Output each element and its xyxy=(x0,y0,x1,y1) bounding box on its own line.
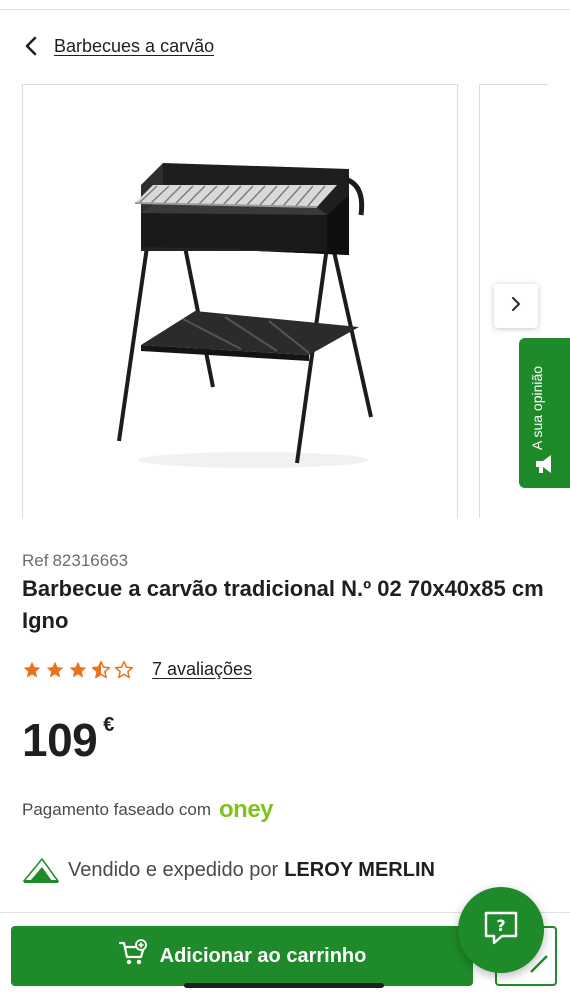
price: 109 € xyxy=(22,712,114,768)
star-icon xyxy=(69,661,87,677)
ref-number: 82316663 xyxy=(52,551,129,570)
cart-plus-icon xyxy=(118,939,148,973)
rating-row: 7 avaliações xyxy=(22,659,252,680)
leroy-merlin-logo xyxy=(22,855,60,885)
gallery-slide-main[interactable] xyxy=(22,84,458,518)
installments-label: Pagamento faseado com xyxy=(22,800,212,819)
chevron-left-icon[interactable] xyxy=(22,32,40,60)
star-half-icon xyxy=(91,660,111,678)
feedback-tab[interactable]: A sua opinião xyxy=(519,338,570,488)
back-link[interactable]: Barbecues a carvão xyxy=(54,36,214,57)
product-ref: Ref 82316663 xyxy=(22,551,128,571)
add-to-cart-label: Adicionar ao carrinho xyxy=(159,944,367,967)
svg-text:?: ? xyxy=(496,916,505,935)
price-integer: 109 xyxy=(22,714,98,766)
star-icon xyxy=(23,661,41,677)
home-indicator xyxy=(184,983,384,988)
star-empty-icon xyxy=(114,660,134,678)
seller-row: Vendido e expedido por LEROY MERLIN xyxy=(22,855,435,885)
product-gallery[interactable] xyxy=(22,84,548,518)
star-icon xyxy=(46,661,64,677)
ref-label: Ref xyxy=(22,551,49,570)
installments-row[interactable]: Pagamento faseado com oney xyxy=(22,796,274,824)
seller-name: LEROY MERLIN xyxy=(284,858,435,881)
seller-prefix: Vendido e expedido por xyxy=(68,858,279,881)
gallery-next-button[interactable] xyxy=(494,284,538,328)
help-chat-button[interactable]: ? xyxy=(458,887,544,973)
add-to-cart-button[interactable]: Adicionar ao carrinho xyxy=(11,926,473,986)
top-divider xyxy=(0,9,570,10)
feedback-label: A sua opinião xyxy=(529,365,545,450)
breadcrumb[interactable]: Barbecues a carvão xyxy=(22,32,214,60)
megaphone-icon xyxy=(533,452,557,481)
chevron-right-icon xyxy=(510,296,522,317)
product-title: Barbecue a carvão tradicional N.º 02 70x… xyxy=(22,576,544,633)
price-currency: € xyxy=(103,714,115,736)
help-chat-icon: ? xyxy=(481,908,521,953)
oney-logo: oney xyxy=(219,796,274,823)
edit-icon xyxy=(497,955,555,988)
product-image xyxy=(117,163,373,468)
rating-stars xyxy=(22,660,134,680)
reviews-link[interactable]: 7 avaliações xyxy=(152,659,252,680)
